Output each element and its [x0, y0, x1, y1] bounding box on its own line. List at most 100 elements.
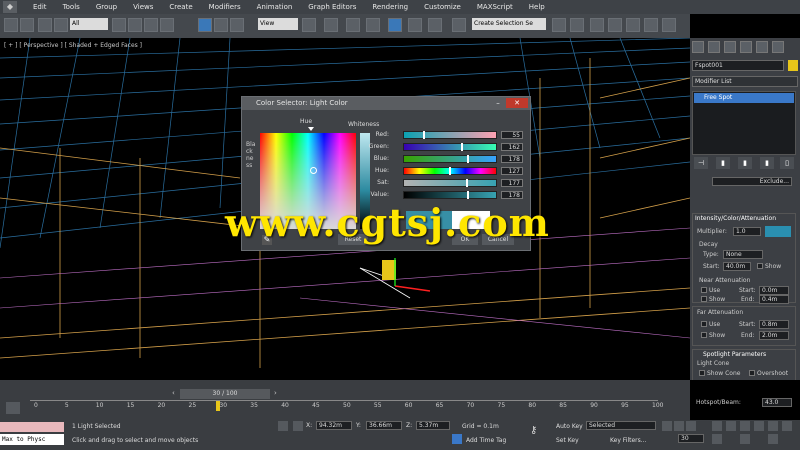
link-icon[interactable] [38, 18, 52, 32]
exclude-button[interactable]: Exclude... [712, 177, 792, 186]
fov-icon[interactable] [754, 421, 764, 431]
edit-named-selection-icon[interactable] [452, 18, 466, 32]
close-icon[interactable]: ✕ [506, 98, 528, 108]
move-icon[interactable] [198, 18, 212, 32]
select-object-icon[interactable] [112, 18, 126, 32]
mini-listener-icon[interactable] [6, 402, 20, 414]
material-editor-icon[interactable] [644, 18, 658, 32]
curve-editor-icon[interactable] [608, 18, 622, 32]
select-by-name-icon[interactable] [128, 18, 142, 32]
snap-toggle-icon[interactable] [366, 18, 380, 32]
play-icon[interactable] [686, 421, 696, 431]
value-slider[interactable] [403, 191, 497, 199]
render-setup-icon[interactable] [662, 18, 676, 32]
x-coord-field[interactable]: 94.32m [316, 421, 352, 430]
menu-views[interactable]: Views [133, 3, 153, 11]
menu-modifiers[interactable]: Modifiers [209, 3, 241, 11]
maxscript-listener-pink[interactable] [0, 422, 64, 432]
modifier-list-dropdown[interactable]: Modifier List [692, 76, 798, 87]
reference-coord-dropdown[interactable]: View [258, 18, 298, 30]
z-coord-field[interactable]: 5.37m [416, 421, 450, 430]
value-slider-thumb[interactable] [466, 191, 469, 199]
color-picker-cursor-icon[interactable] [310, 167, 317, 174]
angle-snap-icon[interactable] [388, 18, 402, 32]
green-slider[interactable] [403, 143, 497, 151]
absolute-mode-icon[interactable] [293, 421, 303, 431]
show-end-result-icon[interactable]: ▮ [716, 157, 730, 169]
pin-stack-icon[interactable]: ⊣ [694, 157, 708, 169]
hue-slider[interactable] [403, 167, 497, 175]
app-logo-icon[interactable]: ◆ [3, 1, 17, 13]
key-filters-button[interactable]: Key Filters... [610, 437, 647, 444]
hierarchy-tab-icon[interactable] [724, 41, 736, 53]
time-tag-icon[interactable] [452, 434, 462, 444]
green-slider-thumb[interactable] [461, 143, 464, 151]
intensity-rollout-header[interactable]: Intensity/Color/Attenuation [693, 214, 795, 223]
viewport-settings-icon[interactable] [768, 434, 778, 444]
menu-edit[interactable]: Edit [33, 3, 47, 11]
zoom-icon[interactable] [712, 421, 722, 431]
spotlight-params-header[interactable]: Spotlight Parameters [693, 350, 795, 359]
sat-slider-thumb[interactable] [466, 179, 469, 187]
set-key-button[interactable]: Set Key [556, 437, 579, 444]
red-slider[interactable] [403, 131, 497, 139]
percent-snap-icon[interactable] [408, 18, 422, 32]
spinner-snap-icon[interactable] [428, 18, 442, 32]
unlink-icon[interactable] [54, 18, 68, 32]
menu-customize[interactable]: Customize [424, 3, 461, 11]
zoom-extents-icon[interactable] [740, 421, 750, 431]
menu-group[interactable]: Group [96, 3, 117, 11]
redo-icon[interactable] [20, 18, 34, 32]
pan-icon[interactable] [768, 421, 778, 431]
time-slider[interactable]: 30 / 100 [180, 389, 270, 399]
near-start-spinner[interactable]: 0.0m [759, 286, 789, 295]
prev-key-icon[interactable] [674, 421, 684, 431]
near-use-checkbox[interactable] [701, 287, 707, 293]
scale-icon[interactable] [230, 18, 244, 32]
multiplier-spinner[interactable]: 1.0 [733, 227, 761, 236]
add-time-tag[interactable]: Add Time Tag [466, 437, 506, 444]
current-frame-field[interactable]: 30 [678, 434, 704, 443]
hue-value-field[interactable]: 127 [501, 167, 523, 175]
layer-manager-icon[interactable] [590, 18, 604, 32]
configure-modifier-icon[interactable]: ▯ [780, 157, 794, 169]
hue-slider-thumb[interactable] [448, 167, 451, 175]
go-to-start-icon[interactable] [662, 421, 672, 431]
keyboard-shortcut-icon[interactable] [346, 18, 360, 32]
hotspot-spinner[interactable]: 43.0 [762, 398, 792, 407]
show-cone-checkbox[interactable] [699, 370, 705, 376]
value-value-field[interactable]: 178 [501, 191, 523, 199]
decay-start-spinner[interactable]: 40.0m [723, 262, 751, 271]
menu-help[interactable]: Help [529, 3, 545, 11]
blue-value-field[interactable]: 178 [501, 155, 523, 163]
near-end-spinner[interactable]: 0.4m [759, 295, 789, 304]
walk-icon[interactable] [712, 434, 722, 444]
object-name-field[interactable]: Fspot001 [692, 60, 784, 71]
far-end-spinner[interactable]: 2.0m [759, 331, 789, 340]
remove-modifier-icon[interactable]: ▮ [760, 157, 774, 169]
near-show-checkbox[interactable] [701, 296, 707, 302]
key-mode-dropdown[interactable]: Selected [586, 421, 656, 430]
undo-icon[interactable] [4, 18, 18, 32]
sat-value-field[interactable]: 177 [501, 179, 523, 187]
overshoot-checkbox[interactable] [749, 370, 755, 376]
make-unique-icon[interactable]: ▮ [738, 157, 752, 169]
key-icon[interactable]: ⚷ [530, 425, 548, 439]
maximize-viewport-icon[interactable] [740, 434, 750, 444]
decay-type-dropdown[interactable]: None [723, 250, 763, 259]
far-show-checkbox[interactable] [701, 332, 707, 338]
mirror-icon[interactable] [552, 18, 566, 32]
stack-item[interactable]: Free Spot [694, 93, 794, 103]
viewport-label[interactable]: [ + ] [ Perspective ] [ Shaded + Edged F… [4, 42, 142, 49]
sat-slider[interactable] [403, 179, 497, 187]
far-use-checkbox[interactable] [701, 321, 707, 327]
hue-pointer-icon[interactable] [308, 127, 314, 131]
motion-tab-icon[interactable] [740, 41, 752, 53]
auto-key-button[interactable]: Auto Key [556, 423, 583, 430]
menu-create[interactable]: Create [169, 3, 192, 11]
menu-maxscript[interactable]: MAXScript [477, 3, 513, 11]
object-color-swatch[interactable] [788, 60, 798, 71]
menu-graph-editors[interactable]: Graph Editors [308, 3, 356, 11]
window-crossing-icon[interactable] [160, 18, 174, 32]
menu-tools[interactable]: Tools [63, 3, 80, 11]
